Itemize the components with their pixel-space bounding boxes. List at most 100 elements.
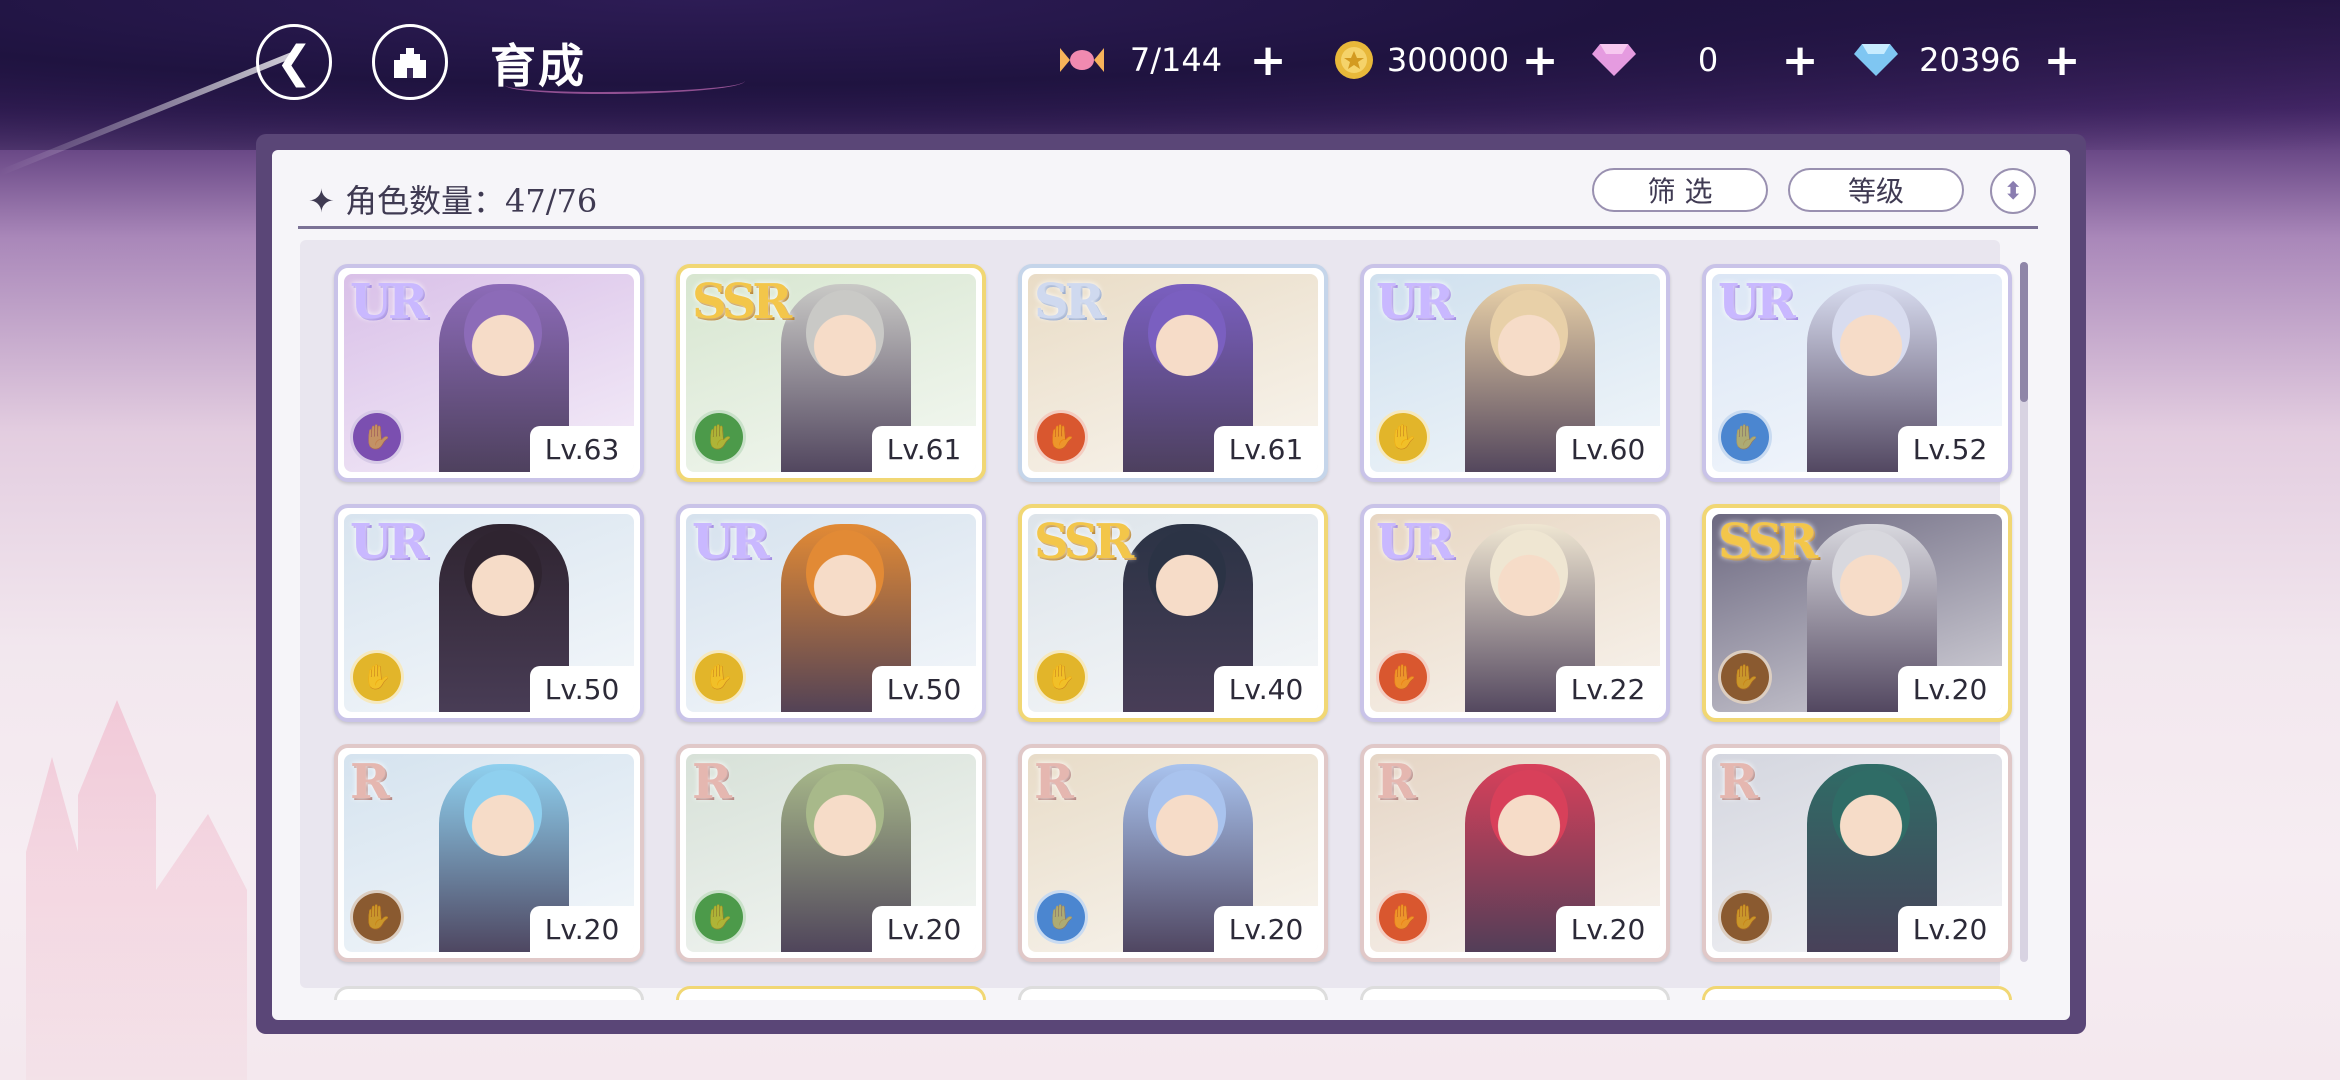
character-count-label: ✦ 角色数量：47/76 — [308, 182, 598, 220]
add-pink-gem-button[interactable]: + — [1778, 35, 1822, 86]
character-face — [1490, 770, 1568, 856]
character-card[interactable]: UR ✋ Lv.60 — [1360, 264, 1670, 482]
character-card[interactable]: R ✋ Lv.20 — [1360, 744, 1670, 962]
character-portrait: UR ✋ Lv.63 — [344, 274, 634, 472]
character-portrait: R ✋ Lv.20 — [686, 754, 976, 952]
castle-home-icon — [394, 48, 426, 78]
coin-value: 300000 — [1386, 41, 1510, 79]
level-label: Lv.20 — [1898, 906, 2002, 952]
card-partial[interactable] — [334, 986, 644, 1000]
add-coin-button[interactable]: + — [1518, 35, 1562, 86]
candy-icon — [1058, 36, 1106, 84]
character-face — [464, 770, 542, 856]
home-button[interactable] — [372, 24, 448, 100]
attribute-icon: ✋ — [1034, 410, 1088, 464]
rarity-badge: UR — [1376, 274, 1454, 330]
attribute-icon: ✋ — [1376, 650, 1430, 704]
attribute-icon: ✋ — [350, 650, 404, 704]
level-label: Lv.60 — [1556, 426, 1660, 472]
character-card[interactable]: SSR ✋ Lv.40 — [1018, 504, 1328, 722]
character-card[interactable]: R ✋ Lv.20 — [1702, 744, 2012, 962]
character-face — [1832, 530, 1910, 616]
character-face — [806, 530, 884, 616]
rarity-badge: R — [692, 754, 732, 810]
level-label: Lv.52 — [1898, 426, 2002, 472]
castle-silhouette — [26, 700, 247, 1080]
character-face — [464, 530, 542, 616]
resource-coin: 300000 + — [1330, 34, 1562, 86]
character-card[interactable]: SSR ✋ Lv.61 — [676, 264, 986, 482]
level-label: Lv.20 — [1556, 906, 1660, 952]
character-card[interactable]: R ✋ Lv.20 — [334, 744, 644, 962]
attribute-icon: ✋ — [1718, 410, 1772, 464]
add-candy-button[interactable]: + — [1246, 35, 1290, 86]
character-card[interactable]: SR ✋ Lv.61 — [1018, 264, 1328, 482]
character-portrait: R ✋ Lv.20 — [344, 754, 634, 952]
character-face — [1148, 530, 1226, 616]
shooting-star-streak — [0, 50, 298, 176]
sort-order-button[interactable]: ⬍ — [1990, 168, 2036, 214]
card-partial[interactable] — [676, 986, 986, 1000]
character-portrait: SSR ✋ Lv.61 — [686, 274, 976, 472]
character-card[interactable]: R ✋ Lv.20 — [1018, 744, 1328, 962]
character-face — [1490, 290, 1568, 376]
character-portrait: R ✋ Lv.20 — [1712, 754, 2002, 952]
character-face — [806, 290, 884, 376]
candy-value: 7/144 — [1129, 41, 1223, 79]
card-partial[interactable] — [1702, 986, 2012, 1000]
character-face — [1148, 290, 1226, 376]
level-label: Lv.61 — [872, 426, 976, 472]
coin-icon — [1330, 36, 1378, 84]
level-label: Lv.40 — [1214, 666, 1318, 712]
character-face — [464, 290, 542, 376]
rarity-badge: UR — [1376, 514, 1454, 570]
card-partial[interactable] — [1018, 986, 1328, 1000]
rarity-badge: UR — [350, 514, 428, 570]
rarity-badge: UR — [692, 514, 770, 570]
character-portrait: UR ✋ Lv.52 — [1712, 274, 2002, 472]
panel-divider — [298, 226, 2038, 229]
sort-toggle-icon: ⬍ — [2002, 177, 2024, 205]
level-label: Lv.22 — [1556, 666, 1660, 712]
attribute-icon: ✋ — [692, 650, 746, 704]
pink-gem-icon — [1590, 36, 1638, 84]
level-label: Lv.20 — [1898, 666, 2002, 712]
level-label: Lv.20 — [1214, 906, 1318, 952]
character-card[interactable]: UR ✋ Lv.50 — [334, 504, 644, 722]
character-card[interactable]: UR ✋ Lv.50 — [676, 504, 986, 722]
level-label: Lv.63 — [530, 426, 634, 472]
card-partial[interactable] — [1360, 986, 1670, 1000]
add-blue-gem-button[interactable]: + — [2040, 35, 2084, 86]
attribute-icon: ✋ — [1034, 890, 1088, 944]
character-face — [806, 770, 884, 856]
back-button[interactable]: ❮ — [256, 24, 332, 100]
character-card[interactable]: UR ✋ Lv.22 — [1360, 504, 1670, 722]
level-label: Lv.50 — [872, 666, 976, 712]
rarity-badge: SSR — [692, 274, 792, 330]
sort-by-level-button[interactable]: 等级 — [1788, 168, 1964, 212]
scrollbar-thumb[interactable] — [2020, 262, 2028, 402]
rarity-badge: SR — [1034, 274, 1105, 330]
level-label: Lv.20 — [530, 906, 634, 952]
filter-button[interactable]: 筛 选 — [1592, 168, 1768, 212]
character-card[interactable]: SSR ✋ Lv.20 — [1702, 504, 2012, 722]
level-label: Lv.20 — [872, 906, 976, 952]
blue-gem-value: 20396 — [1919, 41, 2021, 79]
character-portrait: UR ✋ Lv.50 — [344, 514, 634, 712]
pink-gem-value: 0 — [1697, 41, 1719, 79]
resource-candy: 7/144 + — [1058, 34, 1290, 86]
character-portrait: SR ✋ Lv.61 — [1028, 274, 1318, 472]
rarity-badge: UR — [350, 274, 428, 330]
character-card[interactable]: UR ✋ Lv.52 — [1702, 264, 2012, 482]
resource-blue-gem: 20396 + — [1852, 34, 2084, 86]
attribute-icon: ✋ — [1718, 890, 1772, 944]
character-portrait: SSR ✋ Lv.40 — [1028, 514, 1318, 712]
character-card[interactable]: UR ✋ Lv.63 — [334, 264, 644, 482]
attribute-icon: ✋ — [1376, 890, 1430, 944]
attribute-icon: ✋ — [1376, 410, 1430, 464]
character-portrait: UR ✋ Lv.22 — [1370, 514, 1660, 712]
character-face — [1832, 290, 1910, 376]
character-card[interactable]: R ✋ Lv.20 — [676, 744, 986, 962]
rarity-badge: R — [350, 754, 390, 810]
rarity-badge: R — [1718, 754, 1758, 810]
